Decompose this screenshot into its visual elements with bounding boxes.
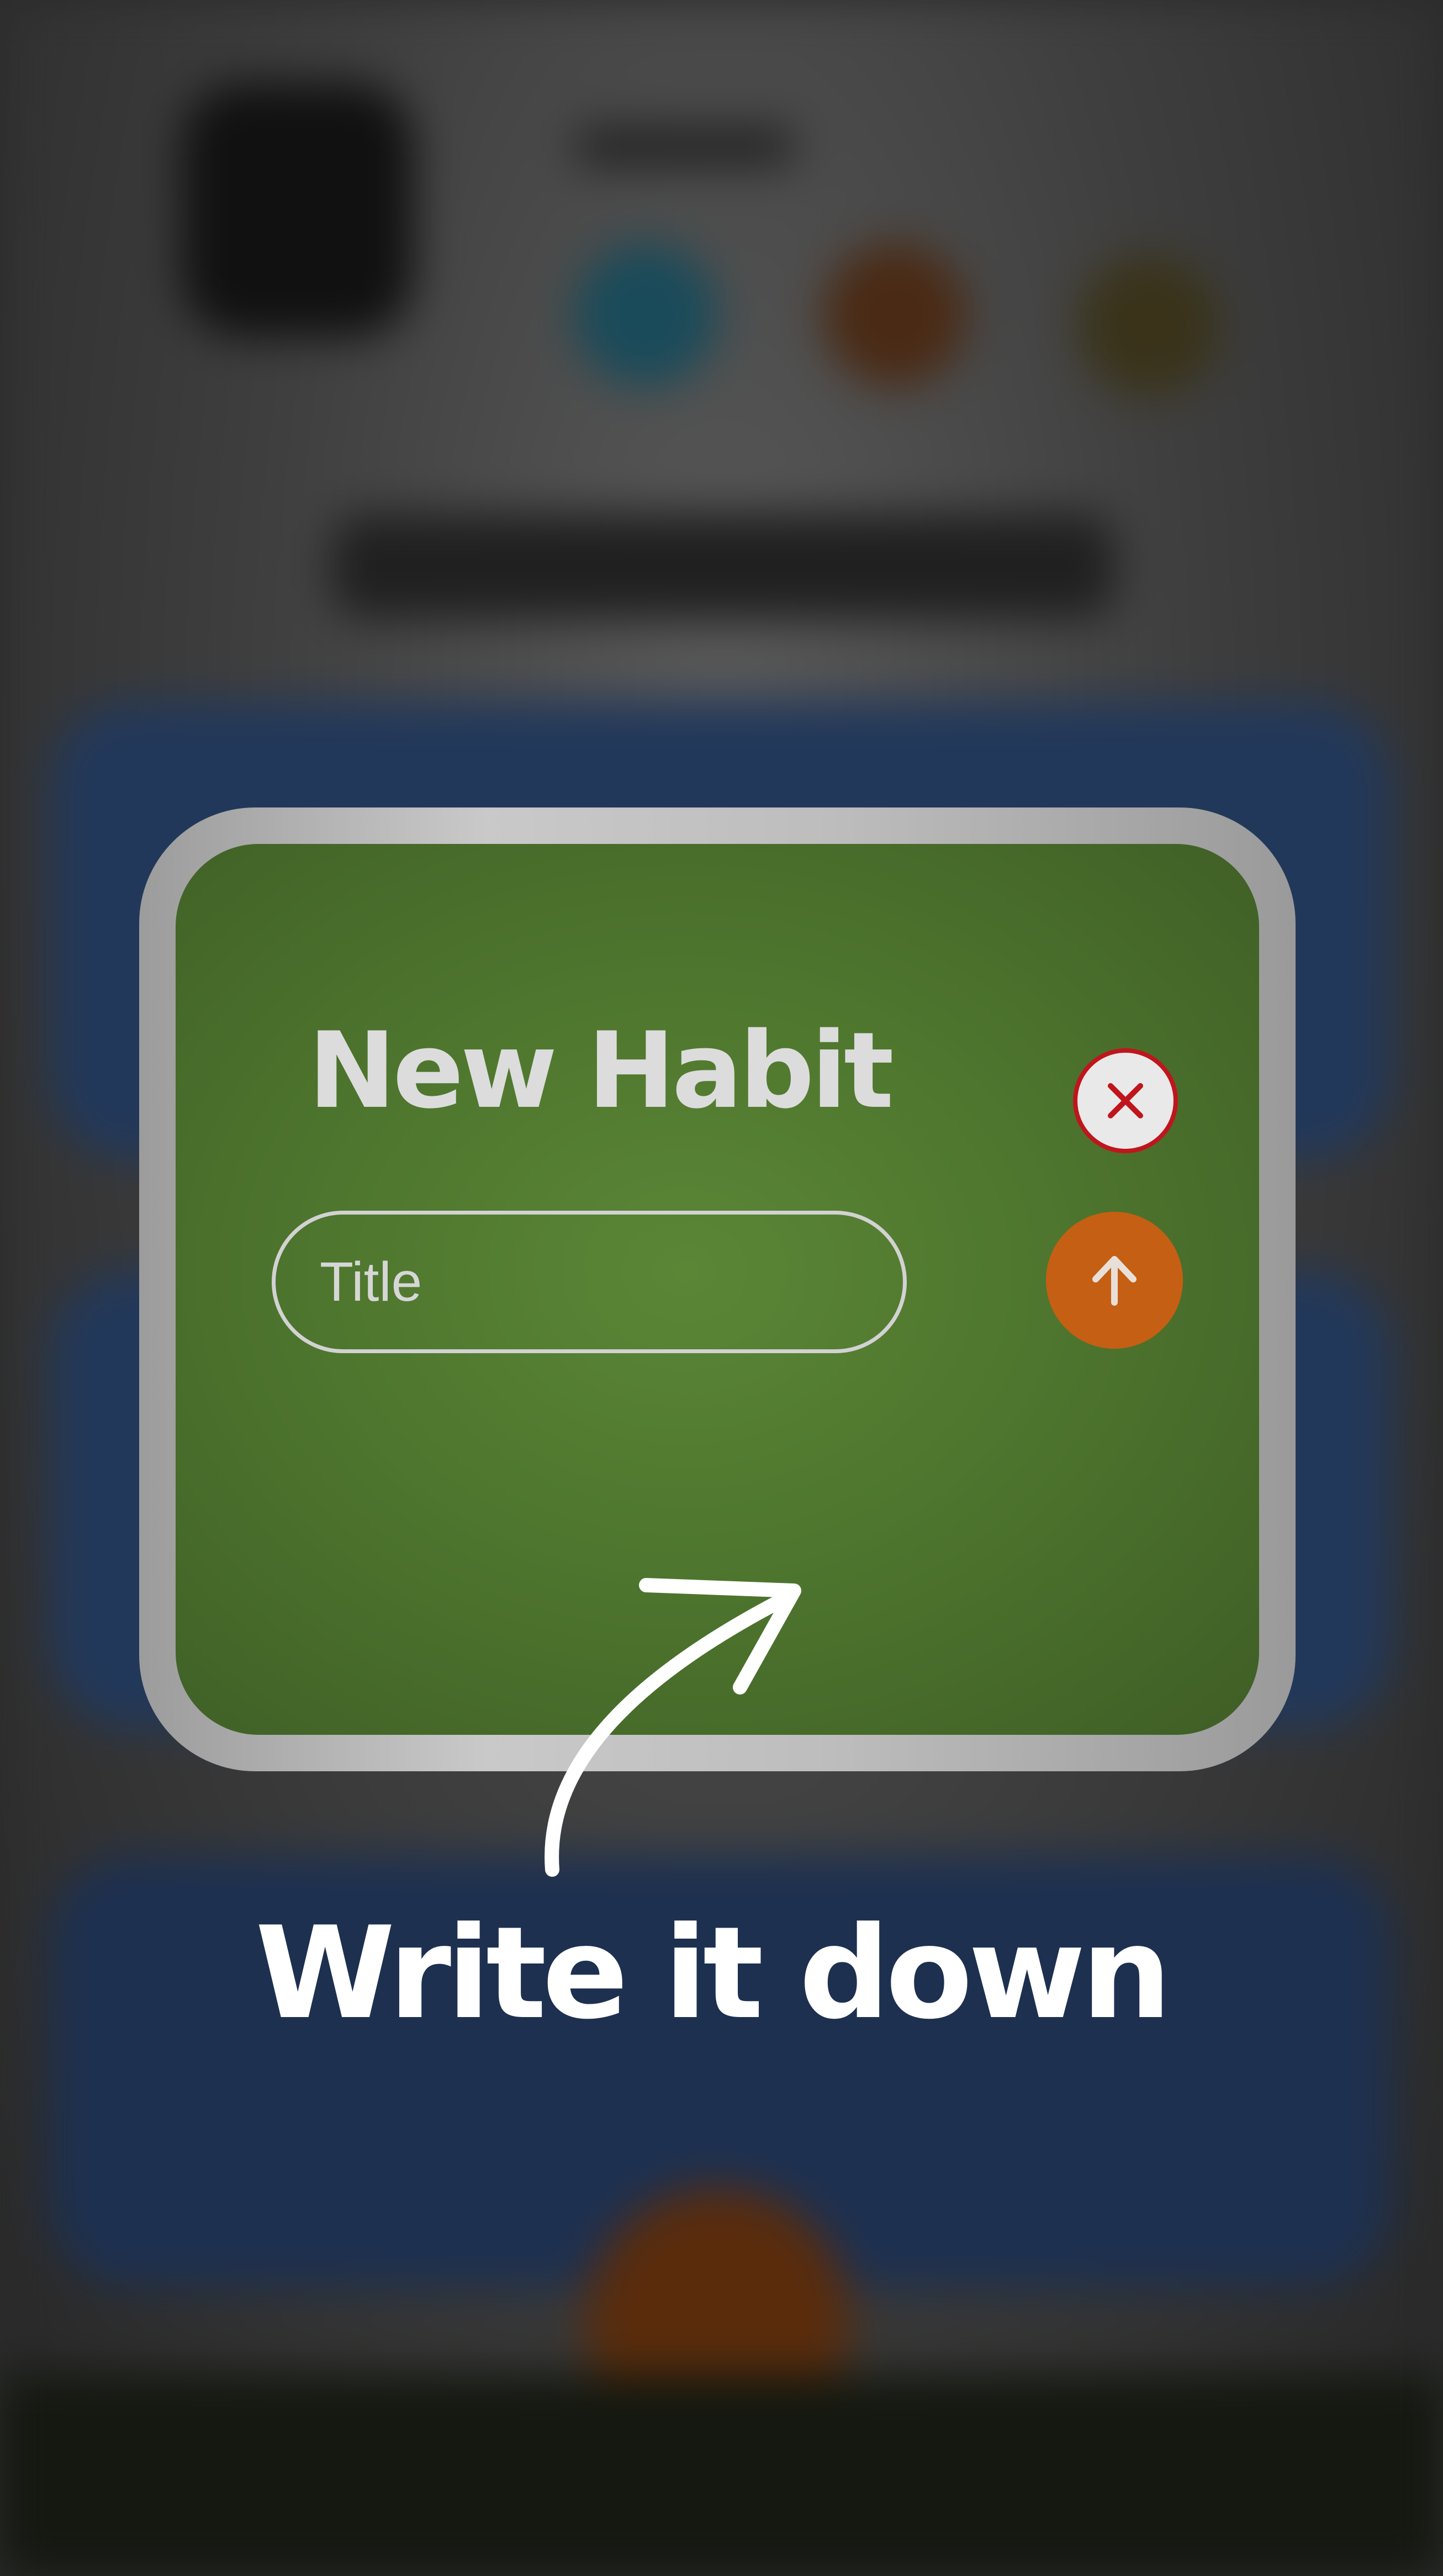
- background-bottom-nav: [0, 2375, 1443, 2576]
- title-input[interactable]: [272, 1211, 907, 1353]
- callout-caption: Write it down: [255, 1900, 1172, 2047]
- background-stat-dot: [1077, 254, 1220, 398]
- background-heading: [574, 127, 795, 166]
- close-icon: [1108, 1083, 1143, 1118]
- submit-button[interactable]: [1046, 1212, 1183, 1349]
- background-page-title: [331, 514, 1116, 619]
- arrow-up-icon: [1092, 1256, 1137, 1306]
- new-habit-modal-frame: New Habit: [139, 807, 1296, 1771]
- background-stat-dot: [823, 243, 966, 387]
- new-habit-modal: New Habit: [176, 844, 1259, 1735]
- background-app-logo: [182, 83, 414, 337]
- modal-title: New Habit: [308, 1010, 894, 1132]
- background-stat-dot: [574, 243, 718, 387]
- close-button[interactable]: [1073, 1048, 1178, 1153]
